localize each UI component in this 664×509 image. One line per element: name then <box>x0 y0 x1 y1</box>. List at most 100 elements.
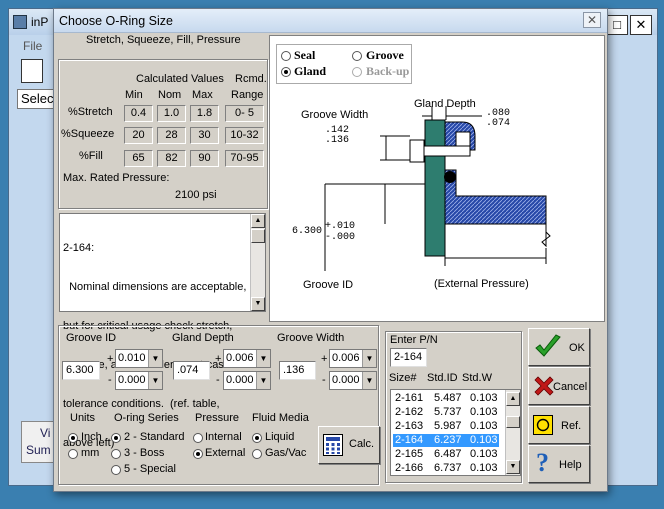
new-document-icon[interactable] <box>21 59 43 83</box>
maximize-button[interactable]: □ <box>606 15 628 35</box>
menu-file[interactable]: File <box>23 39 42 53</box>
size-cell: 2-162 <box>395 406 424 418</box>
groove-housing <box>444 121 547 225</box>
size-list-scrollbar[interactable]: ▲ ▼ <box>505 390 520 475</box>
id-cell: 6.237 <box>434 434 462 446</box>
radio-liquid[interactable] <box>252 433 262 443</box>
calc-button-label: Calc. <box>349 438 375 450</box>
reference-icon <box>533 415 553 435</box>
list-item-selected[interactable]: 2-164 6.237 0.103 <box>393 434 499 447</box>
id-cell: 6.737 <box>434 462 462 474</box>
gland-depth-plus-value: 0.006 <box>226 352 254 364</box>
radio-series-5[interactable] <box>111 465 121 475</box>
chevron-down-icon[interactable]: ▼ <box>256 372 270 389</box>
gland-cross-section-diagram <box>324 106 551 271</box>
gland-depth-minus-select[interactable]: 0.000 ▼ <box>223 371 271 390</box>
calc-button[interactable]: Calc. <box>318 426 380 464</box>
cancel-x-icon <box>534 376 554 396</box>
label-internal: Internal <box>205 431 242 443</box>
groove-id-plus-value: 0.010 <box>118 352 146 364</box>
id-cell: 5.987 <box>434 420 462 432</box>
max-pressure-value: 2100 psi <box>175 189 217 201</box>
col-std-w: Std.W <box>462 372 492 384</box>
fluid-label: Fluid Media <box>252 412 309 424</box>
ok-button[interactable]: OK <box>528 328 590 366</box>
plus-sign: + <box>107 353 114 365</box>
help-button[interactable]: ? Help <box>528 445 590 483</box>
radio-series-2[interactable] <box>111 433 121 443</box>
scroll-up-icon[interactable]: ▲ <box>506 392 520 406</box>
id-cell: 5.737 <box>434 406 462 418</box>
groove-width-field[interactable]: .136 <box>279 361 316 380</box>
ref-button[interactable]: Ref. <box>528 406 590 444</box>
background-close-button[interactable]: ✕ <box>630 15 652 35</box>
radio-internal[interactable] <box>193 433 203 443</box>
groove-width-plus-select[interactable]: 0.006 ▼ <box>329 349 377 368</box>
label-inch: Inch <box>81 431 102 443</box>
gland-depth-plus-select[interactable]: 0.006 ▼ <box>223 349 271 368</box>
plus-sign: + <box>321 353 328 365</box>
bolt-head <box>409 139 425 163</box>
size-list[interactable]: 2-161 5.487 0.103 2-162 5.737 0.103 2-163 5.9… <box>390 389 521 476</box>
col-min: Min <box>125 89 143 101</box>
size-cell: 2-161 <box>395 392 424 404</box>
gland-depth-field[interactable]: .074 <box>173 361 210 380</box>
radio-gas-vac[interactable] <box>252 449 262 459</box>
radio-external[interactable] <box>193 449 203 459</box>
stretch-nom: 1.0 <box>157 105 186 122</box>
max-pressure-label: Max. Rated Pressure: <box>63 172 170 184</box>
cancel-button[interactable]: Cancel <box>528 367 590 405</box>
pn-input[interactable]: 2-164 <box>390 348 427 367</box>
label-mm: mm <box>81 447 100 459</box>
radio-series-3[interactable] <box>111 449 121 459</box>
minus-sign: - <box>322 374 326 386</box>
chevron-down-icon[interactable]: ▼ <box>148 350 162 367</box>
message-scrollbar[interactable]: ▲ ▼ <box>250 214 265 311</box>
select-field[interactable]: Selec <box>17 89 57 109</box>
chevron-down-icon[interactable]: ▼ <box>148 372 162 389</box>
chevron-down-icon[interactable]: ▼ <box>256 350 270 367</box>
ref-button-label: Ref. <box>561 420 582 432</box>
scroll-thumb[interactable] <box>506 416 520 428</box>
app-icon <box>13 15 27 29</box>
scroll-down-icon[interactable]: ▼ <box>251 297 265 311</box>
scroll-down-icon[interactable]: ▼ <box>506 460 520 474</box>
radio-mm[interactable] <box>68 449 78 459</box>
groove-width-minus-select[interactable]: 0.000 ▼ <box>329 371 377 390</box>
radio-inch[interactable] <box>68 433 78 443</box>
diagram-panel: Seal Groove Gland Back-up Groove Width G… <box>269 35 605 322</box>
question-mark-icon: ? <box>536 448 549 477</box>
groove-id-minus-select[interactable]: 0.000 ▼ <box>115 371 163 390</box>
list-item[interactable]: 2-165 6.487 0.103 <box>393 448 499 461</box>
id-cell: 6.487 <box>434 448 462 460</box>
dialog-title: Choose O-Ring Size <box>59 14 173 28</box>
list-item[interactable]: 2-166 6.737 0.103 <box>393 462 499 475</box>
groove-id-field[interactable]: 6.300 <box>62 361 100 380</box>
list-item[interactable]: 2-162 5.737 0.103 <box>393 406 499 419</box>
dialog-close-button[interactable]: ✕ <box>583 12 601 28</box>
size-cell: 2-166 <box>395 462 424 474</box>
squeeze-max: 30 <box>190 127 219 144</box>
minus-sign: - <box>216 374 220 386</box>
col-nom: Nom <box>158 89 182 101</box>
list-item[interactable]: 2-161 5.487 0.103 <box>393 392 499 405</box>
scroll-thumb[interactable] <box>251 229 265 243</box>
fill-max: 90 <box>190 150 219 167</box>
message-line: Nominal dimensions are acceptable, <box>63 281 247 293</box>
scroll-up-icon[interactable]: ▲ <box>251 214 265 228</box>
message-box[interactable]: 2-164: Nominal dimensions are acceptable… <box>59 213 266 449</box>
chevron-down-icon[interactable]: ▼ <box>362 372 376 389</box>
squeeze-nom: 28 <box>157 127 186 144</box>
size-cell: 2-163 <box>395 420 424 432</box>
plus-sign: + <box>215 353 222 365</box>
fill-min: 65 <box>124 150 153 167</box>
gland-body <box>424 119 446 257</box>
groove-id-plus-select[interactable]: 0.010 ▼ <box>115 349 163 368</box>
size-cell: 2-165 <box>395 448 424 460</box>
help-button-label: Help <box>559 459 582 471</box>
fill-range: 70-95 <box>225 150 264 167</box>
row-label-stretch: %Stretch <box>68 106 113 118</box>
chevron-down-icon[interactable]: ▼ <box>362 350 376 367</box>
col-range: Range <box>231 89 264 101</box>
list-item[interactable]: 2-163 5.987 0.103 <box>393 420 499 433</box>
